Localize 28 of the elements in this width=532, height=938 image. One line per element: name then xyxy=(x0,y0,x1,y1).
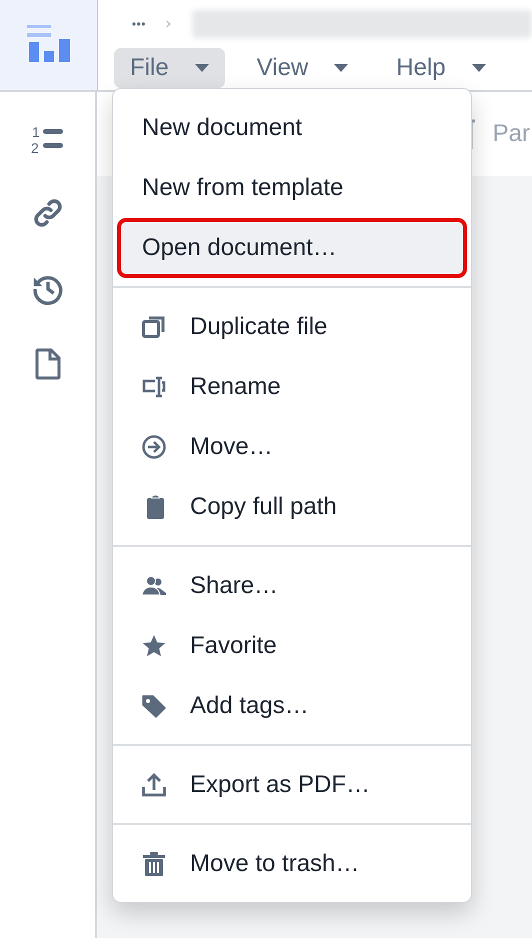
trash-icon xyxy=(142,852,166,876)
menu-item[interactable]: Copy full path xyxy=(117,477,467,537)
bar-chart-icon xyxy=(26,25,70,65)
menu-item[interactable]: Move… xyxy=(117,417,467,477)
menu-item[interactable]: Move to trash… xyxy=(117,834,467,894)
menu-item[interactable]: Rename xyxy=(117,357,467,417)
caret-icon xyxy=(334,64,348,72)
menu-item[interactable]: Add tags… xyxy=(117,676,467,736)
menu-item[interactable]: Export as PDF… xyxy=(117,755,467,815)
menu-button[interactable]: Help xyxy=(380,48,502,88)
duplicate-icon xyxy=(142,315,166,339)
rename-icon xyxy=(142,375,166,399)
people-icon xyxy=(142,574,166,598)
menu-item[interactable]: Duplicate file xyxy=(117,297,467,357)
star-icon xyxy=(142,634,166,658)
arrow-circle-icon xyxy=(142,435,166,459)
upload-icon xyxy=(142,773,166,797)
tag-icon xyxy=(142,694,166,718)
menu-item[interactable]: Favorite xyxy=(117,616,467,676)
menu-item[interactable]: New document xyxy=(117,98,467,158)
menu-button[interactable]: File xyxy=(114,48,225,88)
menu-button[interactable]: View xyxy=(240,48,364,88)
caret-icon xyxy=(194,64,209,72)
menu-item[interactable]: Open document… xyxy=(117,218,467,278)
menu-item[interactable]: Share… xyxy=(117,556,467,616)
menu-item[interactable]: New from template xyxy=(117,158,467,218)
caret-icon xyxy=(472,64,486,72)
document-icon[interactable] xyxy=(34,348,60,380)
